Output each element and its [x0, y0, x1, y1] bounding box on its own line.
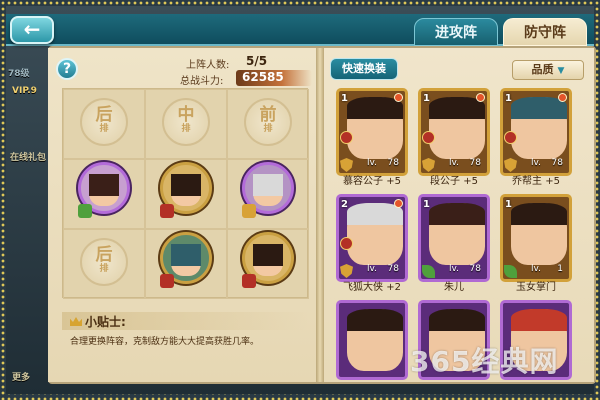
hero-portrait — [253, 174, 283, 207]
hero-card[interactable]: 2 lv. 78 — [336, 194, 408, 282]
leaf-icon — [78, 204, 92, 218]
star-count: 1 — [423, 93, 430, 104]
hero-portrait — [89, 174, 119, 207]
count-value: 5/5 — [246, 54, 268, 68]
hero-card[interactable]: 1 lv. 78 — [336, 88, 408, 176]
sword-icon — [504, 131, 517, 144]
tab-attack[interactable]: 进攻阵 — [414, 18, 498, 46]
card-level: lv. 78 — [513, 158, 567, 171]
level-value: 78 — [469, 264, 481, 274]
hero-portrait — [429, 203, 485, 265]
alert-dot-icon — [476, 93, 485, 102]
hero-portrait — [429, 97, 485, 159]
level-value: 1 — [557, 264, 563, 274]
card-level: lv. 78 — [431, 158, 485, 171]
bg-more-text: 更多 — [12, 373, 31, 383]
sword-icon — [340, 131, 353, 144]
sword-icon — [160, 204, 174, 218]
hero-portrait — [347, 97, 403, 159]
sword-icon — [340, 237, 353, 250]
hero-card[interactable]: 1 lv. 78 — [500, 88, 572, 176]
hero-portrait — [347, 203, 403, 265]
hero-card[interactable] — [336, 300, 408, 380]
hero-portrait — [511, 203, 567, 265]
level-prefix: lv. — [449, 264, 459, 274]
bg-online-text: 在线礼包 — [10, 153, 47, 163]
empty-slot-middle[interactable]: 中 排 — [162, 98, 210, 146]
quick-swap-button[interactable]: 快速换装 — [330, 58, 398, 80]
power-value: 62585 — [242, 70, 284, 84]
star-count: 1 — [505, 199, 512, 210]
alert-dot-icon — [394, 199, 403, 208]
star-count: 1 — [423, 199, 430, 210]
empty-slot-front[interactable]: 前 排 — [244, 98, 292, 146]
hero-portrait — [347, 309, 403, 371]
quality-label: 品质 — [531, 63, 554, 76]
card-level: lv. 78 — [431, 264, 485, 277]
level-prefix: lv. — [449, 158, 459, 168]
hero-portrait — [253, 244, 283, 277]
card-level: lv. 78 — [349, 158, 403, 171]
hero-portrait — [171, 244, 201, 277]
slot-sub: 排 — [99, 124, 109, 134]
tips-title-text: 小贴士: — [85, 315, 126, 329]
alert-dot-icon — [394, 93, 403, 102]
star-count: 2 — [341, 199, 348, 210]
sword-icon — [242, 274, 256, 288]
level-prefix: lv. — [367, 264, 377, 274]
level-prefix: lv. — [531, 264, 541, 274]
hero-card[interactable]: 1 lv. 1 — [500, 194, 572, 282]
power-label: 总战斗力: — [180, 76, 224, 87]
card-level: lv. 1 — [513, 264, 567, 277]
hero-card-name: 慕容公子 +5 — [343, 176, 401, 187]
hero-card-name: 飞狐大侠 +2 — [343, 282, 401, 293]
slot-sub: 排 — [263, 124, 273, 134]
sword-icon — [160, 274, 174, 288]
level-value: 78 — [387, 264, 399, 274]
slot-sub: 排 — [181, 124, 191, 134]
level-value: 78 — [387, 158, 399, 168]
level-prefix: lv. — [531, 158, 541, 168]
sword-icon — [422, 131, 435, 144]
hero-portrait — [171, 174, 201, 207]
alert-dot-icon — [558, 93, 567, 102]
tips-text: 合理更换阵容，克制敌方能大大提高获胜几率。 — [70, 337, 260, 347]
shield-icon — [242, 204, 256, 218]
empty-slot-back[interactable]: 后 排 — [80, 98, 128, 146]
slot-sub: 排 — [99, 264, 109, 274]
level-prefix: lv. — [367, 158, 377, 168]
empty-slot-back[interactable]: 后 排 — [80, 238, 128, 286]
tips-title: 小贴士: — [70, 313, 126, 330]
quality-filter-dropdown[interactable]: 品质 ▼ — [512, 60, 584, 80]
hero-card[interactable]: 1 lv. 78 — [418, 194, 490, 282]
back-button[interactable]: ← — [10, 16, 54, 44]
slot-char: 后 — [95, 245, 113, 265]
card-level: lv. 78 — [349, 264, 403, 277]
bg-level-text: 78级 — [8, 69, 30, 79]
watermark: 365经典网 — [410, 345, 559, 378]
hero-card-name: 乔帮主 +5 — [512, 176, 560, 187]
bg-vip-text: VIP.9 — [12, 86, 37, 96]
slot-char: 中 — [177, 105, 195, 125]
slot-char: 前 — [259, 105, 277, 125]
chevron-down-icon: ▼ — [557, 66, 565, 76]
slot-char: 后 — [95, 105, 113, 125]
level-value: 78 — [551, 158, 563, 168]
back-arrow-icon: ← — [23, 17, 41, 41]
hero-card-name: 玉女掌门 — [516, 282, 556, 293]
pane-divider — [316, 48, 324, 382]
crown-icon — [70, 317, 82, 326]
hero-card[interactable]: 1 lv. 78 — [418, 88, 490, 176]
help-button[interactable]: ? — [56, 58, 78, 80]
level-value: 78 — [469, 158, 481, 168]
hero-card-name: 朱儿 — [444, 282, 464, 293]
star-count: 1 — [505, 93, 512, 104]
tab-defense[interactable]: 防守阵 — [503, 18, 587, 46]
count-label: 上阵人数: — [186, 60, 230, 71]
star-count: 1 — [341, 93, 348, 104]
hero-card-name: 段公子 +5 — [430, 176, 478, 187]
hero-portrait — [511, 97, 567, 159]
